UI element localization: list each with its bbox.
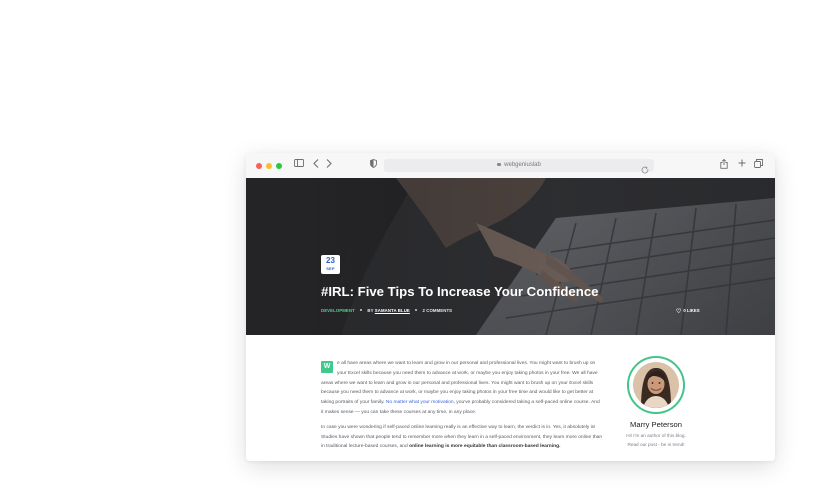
close-window-button[interactable] xyxy=(256,163,262,169)
minimize-window-button[interactable] xyxy=(266,163,272,169)
author-bio: Hi! I'm an author of this blog. Read our… xyxy=(616,431,696,449)
category-link[interactable]: DEVELOPMENT xyxy=(321,308,355,313)
by-label: BY xyxy=(367,308,374,313)
hero-banner: 23 SEP #IRL: Five Tips To Increase Your … xyxy=(246,178,775,335)
browser-window: webgeniuslab 23 SEP #IRL: Five Tips To I… xyxy=(246,153,775,461)
post-content-area: We all have areas where we want to learn… xyxy=(246,335,775,461)
forward-icon[interactable] xyxy=(322,158,336,172)
date-day: 23 xyxy=(326,256,335,265)
likes-count: 0 LIKES xyxy=(683,308,700,313)
maximize-window-button[interactable] xyxy=(276,163,282,169)
comments-link[interactable]: 2 COMMENTS xyxy=(423,308,453,313)
article-body: We all have areas where we want to learn… xyxy=(321,359,603,457)
meta-separator xyxy=(415,309,418,311)
url-text: webgeniuslab xyxy=(384,159,654,172)
author-widget: Marry Peterson Hi! I'm an author of this… xyxy=(616,356,696,449)
privacy-shield-icon[interactable] xyxy=(366,158,380,172)
author-name: Marry Peterson xyxy=(630,420,682,429)
paragraph-text: e all have areas where we want to learn … xyxy=(321,361,598,406)
tab-overview-icon[interactable] xyxy=(751,158,765,172)
article-paragraph: We all have areas where we want to learn… xyxy=(321,359,603,418)
address-bar[interactable]: webgeniuslab xyxy=(384,159,654,174)
author-link[interactable]: SAMANTA BLUE xyxy=(375,308,410,313)
url-label: webgeniuslab xyxy=(504,162,541,168)
reload-icon[interactable] xyxy=(641,161,649,179)
avatar[interactable] xyxy=(633,362,679,408)
bold-text: online learning is more equitable than c… xyxy=(409,444,561,450)
dropcap-letter: W xyxy=(321,361,333,373)
likes-button[interactable]: ♡ 0 LIKES xyxy=(676,308,700,315)
back-icon[interactable] xyxy=(309,158,323,172)
avatar-frame xyxy=(627,356,685,414)
date-month: SEP xyxy=(326,266,335,271)
new-tab-icon[interactable] xyxy=(735,158,749,172)
article-paragraph: In case you were wondering if self-paced… xyxy=(321,423,603,452)
meta-separator xyxy=(360,309,363,311)
post-meta: DEVELOPMENT BY SAMANTA BLUE 2 COMMENTS xyxy=(321,308,452,313)
heart-icon: ♡ xyxy=(676,309,682,315)
post-title: #IRL: Five Tips To Increase Your Confide… xyxy=(321,284,599,299)
date-badge: 23 SEP xyxy=(321,255,340,274)
author-bio-line: Hi! I'm an author of this blog. xyxy=(626,433,686,438)
browser-toolbar: webgeniuslab xyxy=(246,153,775,179)
inline-link[interactable]: No matter what your motivation, xyxy=(386,400,455,405)
lock-icon xyxy=(497,163,502,166)
author-bio-line: Read our post - be in trend! xyxy=(627,442,685,447)
sidebar-icon[interactable] xyxy=(292,158,306,172)
share-icon[interactable] xyxy=(717,158,731,172)
